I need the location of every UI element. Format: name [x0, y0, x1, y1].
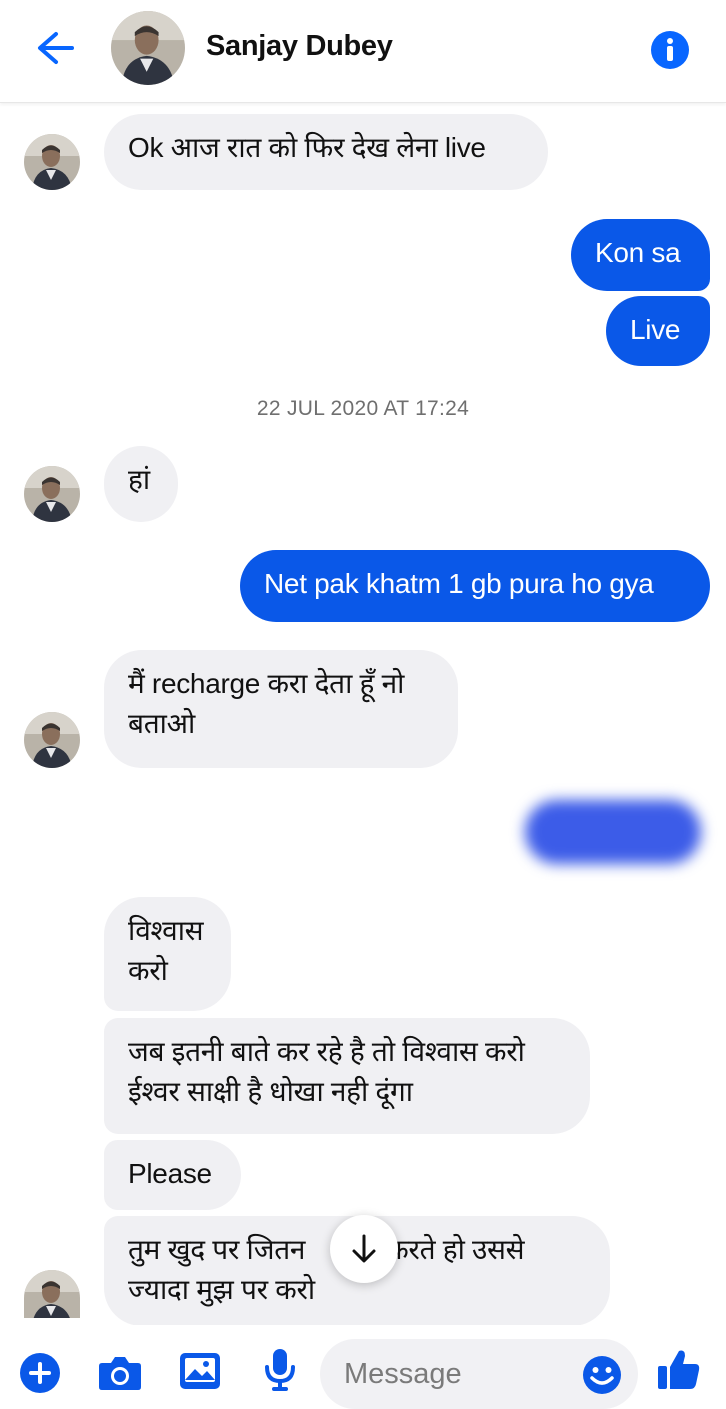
message-bubble-incoming[interactable]: विश्वास करो — [104, 897, 231, 1011]
message-text: Please — [128, 1158, 212, 1189]
message-bubble-incoming[interactable]: Ok आज रात को फिर देख लेना live — [104, 114, 548, 190]
sender-avatar[interactable] — [24, 712, 80, 768]
back-arrow-icon[interactable] — [30, 26, 80, 70]
blurred-message-bubble[interactable] — [525, 800, 701, 864]
message-text: Kon sa — [595, 237, 681, 268]
composer-bar — [0, 1325, 726, 1409]
plus-icon[interactable] — [19, 1352, 61, 1399]
emoji-icon[interactable] — [582, 1355, 622, 1400]
message-text-line: तुम खुद पर जितन — [128, 1234, 306, 1265]
message-bubble-incoming[interactable]: जब इतनी बाते कर रहे है तो विश्वास करो ईश… — [104, 1018, 590, 1134]
contact-name[interactable]: Sanjay Dubey — [206, 30, 393, 63]
message-text: हां — [128, 464, 150, 495]
message-text: Ok आज रात को फिर देख लेना live — [128, 132, 486, 163]
gallery-icon[interactable] — [179, 1350, 221, 1397]
message-bubble-incoming[interactable]: मैं recharge करा देता हूँ नो बताओ — [104, 650, 458, 768]
message-bubble-outgoing[interactable]: Live — [606, 296, 710, 366]
thumbs-up-icon[interactable] — [657, 1347, 701, 1396]
message-text: Live — [630, 314, 681, 345]
contact-avatar[interactable] — [111, 11, 185, 85]
message-text-line: मैं recharge करा देता हूँ नो — [128, 668, 405, 699]
camera-icon[interactable] — [98, 1355, 142, 1396]
sender-avatar[interactable] — [24, 466, 80, 522]
message-text-line: विश्वास — [128, 915, 204, 946]
arrow-down-icon — [352, 1234, 376, 1263]
message-bubble-outgoing[interactable]: Net pak khatm 1 gb pura ho gya — [240, 550, 710, 622]
info-icon[interactable] — [649, 29, 691, 71]
message-bubble-outgoing[interactable]: Kon sa — [571, 219, 710, 291]
message-bubble-incoming[interactable]: हां — [104, 446, 178, 522]
message-text-line: जब इतनी बाते कर रहे है तो विश्वास करो — [128, 1036, 525, 1067]
microphone-icon[interactable] — [263, 1347, 297, 1398]
message-bubble-incoming[interactable]: Please — [104, 1140, 241, 1210]
message-text-line: करो — [128, 955, 168, 986]
message-text-line: बताओ — [128, 708, 195, 739]
message-text-line: ईश्वर साक्षी है धोखा नही दूंगा — [128, 1076, 413, 1107]
message-text: Net pak khatm 1 gb pura ho gya — [264, 568, 654, 599]
sender-avatar[interactable] — [24, 1270, 80, 1318]
sender-avatar[interactable] — [24, 134, 80, 190]
scroll-to-bottom-button[interactable] — [330, 1215, 398, 1283]
timestamp-divider: 22 JUL 2020 AT 17:24 — [256, 397, 470, 420]
chat-header: Sanjay Dubey — [0, 0, 726, 103]
